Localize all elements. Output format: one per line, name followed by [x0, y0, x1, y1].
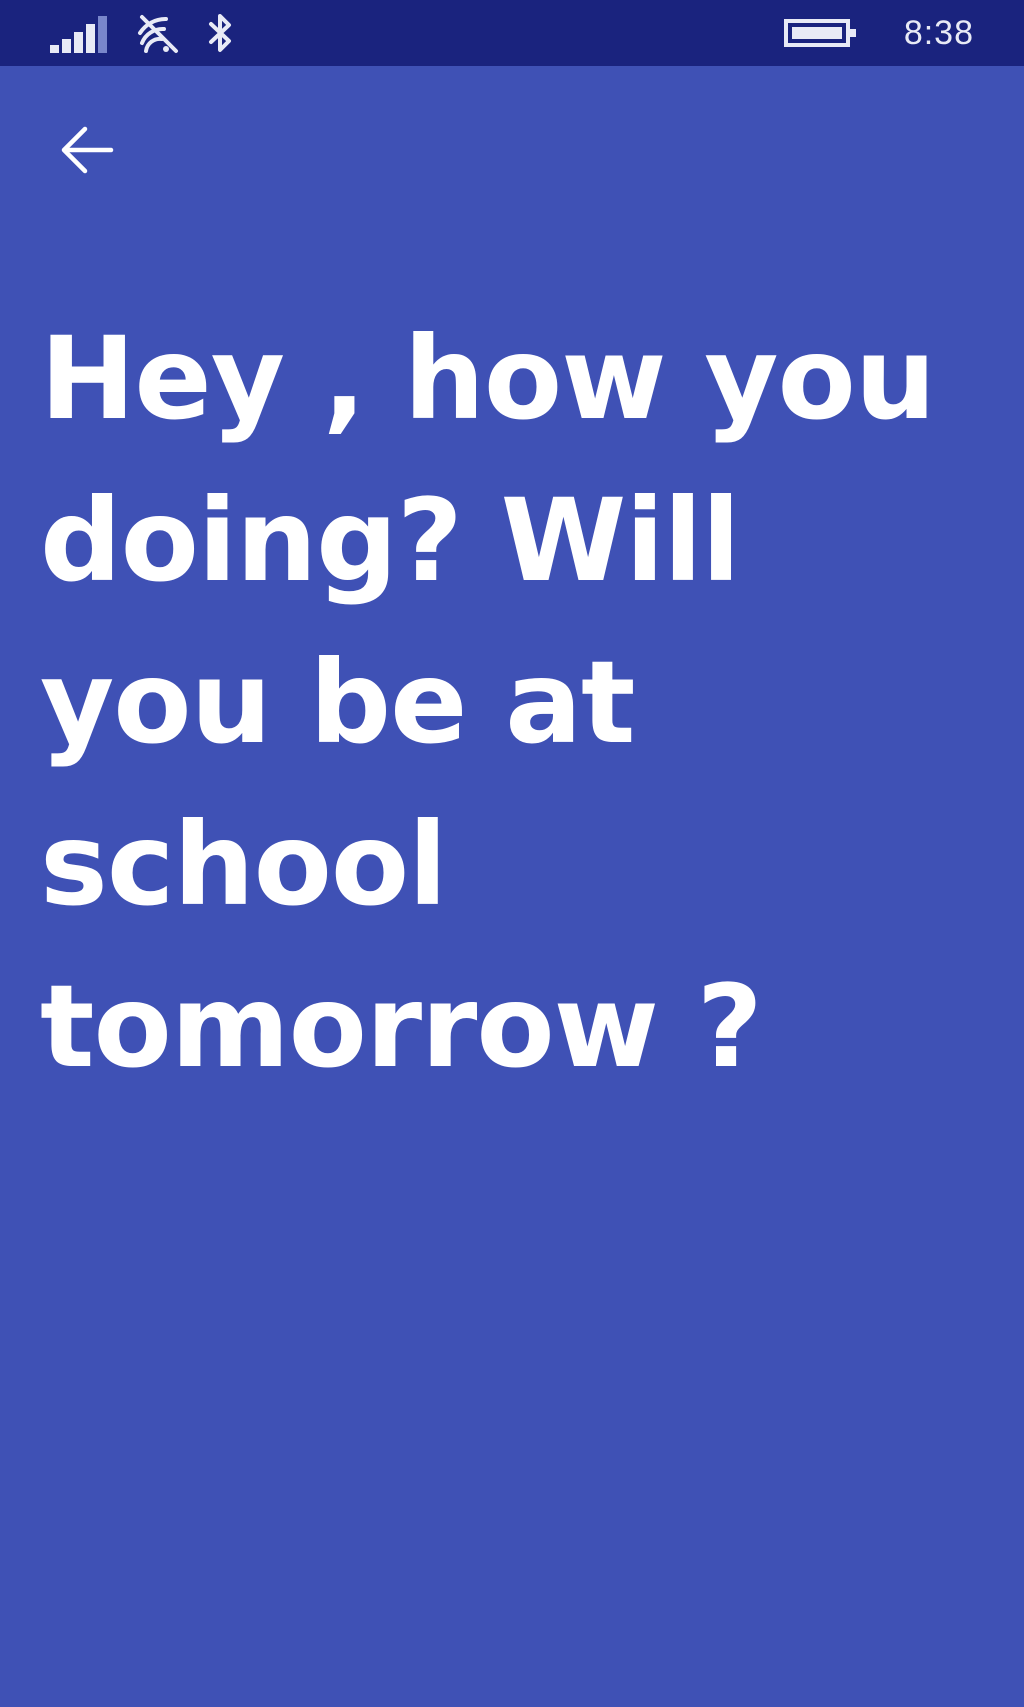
status-time: 8:38: [903, 13, 974, 52]
bluetooth-icon: [208, 0, 234, 66]
signal-strength-icon: [50, 0, 116, 66]
back-button[interactable]: [50, 118, 124, 186]
battery-icon: [784, 0, 858, 66]
message-text: Hey , how you doing? Will you be at scho…: [40, 312, 936, 1093]
status-bar: 8:38: [0, 0, 1024, 66]
back-arrow-icon: [59, 124, 115, 180]
wifi-icon: [136, 0, 184, 66]
